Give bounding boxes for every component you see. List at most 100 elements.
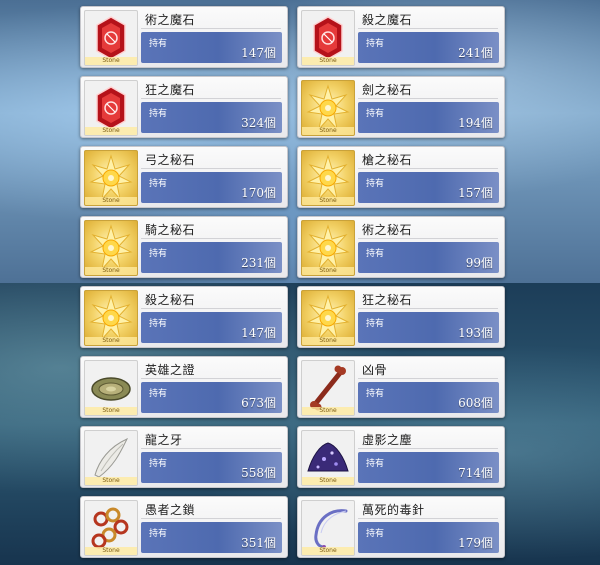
stone-badge: Stone <box>302 477 354 485</box>
stone-badge: Stone <box>85 407 137 415</box>
held-label: 持有 <box>366 389 385 399</box>
count-value: 558 <box>241 466 264 480</box>
count-value: 157 <box>458 186 481 200</box>
item-count: 193個 <box>458 324 493 341</box>
divider <box>358 448 498 449</box>
item-card[interactable]: Stone 劍之秘石 持有 194個 <box>297 76 505 138</box>
divider <box>141 378 281 379</box>
item-card[interactable]: Stone 虛影之塵持有 714個 <box>297 426 505 488</box>
held-label: 持有 <box>366 459 385 469</box>
held-label: 持有 <box>149 529 168 539</box>
count-unit: 個 <box>263 396 276 410</box>
item-card[interactable]: Stone 狂之魔石持有 324個 <box>80 76 288 138</box>
item-card[interactable]: Stone 弓之秘石持有 170個 <box>80 146 288 208</box>
held-label: 持有 <box>366 179 385 189</box>
quantity-panel: 持有 157個 <box>358 172 499 203</box>
item-card[interactable]: Stone 術之魔石 持有 147個 <box>80 6 288 68</box>
item-name: 愚者之鎖 <box>145 503 196 517</box>
stone-badge: Stone <box>302 57 354 65</box>
item-count: 179個 <box>458 534 493 551</box>
item-icon-frame: Stone <box>84 430 138 486</box>
stone-badge: Stone <box>302 197 354 205</box>
count-value: 147 <box>241 46 264 60</box>
item-icon-frame: Stone <box>84 360 138 416</box>
stone-badge: Stone <box>85 127 137 135</box>
item-card[interactable]: Stone 狂之秘石持有 193個 <box>297 286 505 348</box>
quantity-panel: 持有 170個 <box>141 172 282 203</box>
count-value: 179 <box>458 536 481 550</box>
item-icon-frame: Stone <box>301 80 355 136</box>
item-count: 714個 <box>458 464 493 481</box>
held-label: 持有 <box>366 109 385 119</box>
stone-badge: Stone <box>302 267 354 275</box>
stone-badge: Stone <box>302 547 354 555</box>
held-label: 持有 <box>149 179 168 189</box>
item-card[interactable]: Stone 術之秘石 持有 99個 <box>297 216 505 278</box>
item-icon-frame: Stone <box>301 10 355 66</box>
item-name: 英雄之證 <box>145 363 196 377</box>
item-card[interactable]: Stone 愚者之鎖 持有 351個 <box>80 496 288 558</box>
quantity-panel: 持有 147個 <box>141 32 282 63</box>
count-value: 673 <box>241 396 264 410</box>
item-name: 狂之秘石 <box>362 293 413 307</box>
count-value: 147 <box>241 326 264 340</box>
count-value: 194 <box>458 116 481 130</box>
divider <box>358 168 498 169</box>
count-unit: 個 <box>263 326 276 340</box>
held-label: 持有 <box>366 39 385 49</box>
count-value: 324 <box>241 116 264 130</box>
item-count: 608個 <box>458 394 493 411</box>
count-unit: 個 <box>263 536 276 550</box>
quantity-panel: 持有 99個 <box>358 242 499 273</box>
item-icon-frame: Stone <box>301 500 355 556</box>
item-card[interactable]: Stone 槍之秘石持有 157個 <box>297 146 505 208</box>
item-name: 龍之牙 <box>145 433 183 447</box>
stone-badge: Stone <box>302 337 354 345</box>
divider <box>358 28 498 29</box>
count-unit: 個 <box>480 326 493 340</box>
quantity-panel: 持有 608個 <box>358 382 499 413</box>
count-unit: 個 <box>263 116 276 130</box>
item-card[interactable]: Stone 萬死的毒針 持有 179個 <box>297 496 505 558</box>
item-name: 凶骨 <box>362 363 388 377</box>
item-icon-frame: Stone <box>84 290 138 346</box>
stone-badge: Stone <box>85 547 137 555</box>
divider <box>141 28 281 29</box>
quantity-panel: 持有 231個 <box>141 242 282 273</box>
item-count: 170個 <box>241 184 276 201</box>
item-card[interactable]: Stone 殺之魔石 持有 241個 <box>297 6 505 68</box>
divider <box>141 308 281 309</box>
item-name: 弓之秘石 <box>145 153 196 167</box>
quantity-panel: 持有 241個 <box>358 32 499 63</box>
quantity-panel: 持有 558個 <box>141 452 282 483</box>
item-name: 狂之魔石 <box>145 83 196 97</box>
count-value: 231 <box>241 256 264 270</box>
item-card[interactable]: Stone 凶骨 持有 608個 <box>297 356 505 418</box>
item-name: 槍之秘石 <box>362 153 413 167</box>
item-card[interactable]: Stone 騎之秘石 持有 231個 <box>80 216 288 278</box>
count-unit: 個 <box>480 186 493 200</box>
stone-badge: Stone <box>85 267 137 275</box>
count-unit: 個 <box>263 256 276 270</box>
divider <box>358 98 498 99</box>
item-name: 虛影之塵 <box>362 433 413 447</box>
item-count: 241個 <box>458 44 493 61</box>
item-icon-frame: Stone <box>301 150 355 206</box>
held-label: 持有 <box>366 319 385 329</box>
held-label: 持有 <box>149 109 168 119</box>
item-count: 99個 <box>466 254 493 271</box>
item-name: 劍之秘石 <box>362 83 413 97</box>
stone-badge: Stone <box>85 337 137 345</box>
count-value: 170 <box>241 186 264 200</box>
item-card[interactable]: Stone 殺之秘石 持有 147個 <box>80 286 288 348</box>
divider <box>141 98 281 99</box>
item-name: 殺之秘石 <box>145 293 196 307</box>
item-card[interactable]: Stone 英雄之證 持有 673個 <box>80 356 288 418</box>
quantity-panel: 持有 193個 <box>358 312 499 343</box>
count-value: 193 <box>458 326 481 340</box>
item-icon-frame: Stone <box>84 150 138 206</box>
count-unit: 個 <box>263 46 276 60</box>
item-icon-frame: Stone <box>301 290 355 346</box>
item-card[interactable]: Stone 龍之牙持有 558個 <box>80 426 288 488</box>
held-label: 持有 <box>366 529 385 539</box>
